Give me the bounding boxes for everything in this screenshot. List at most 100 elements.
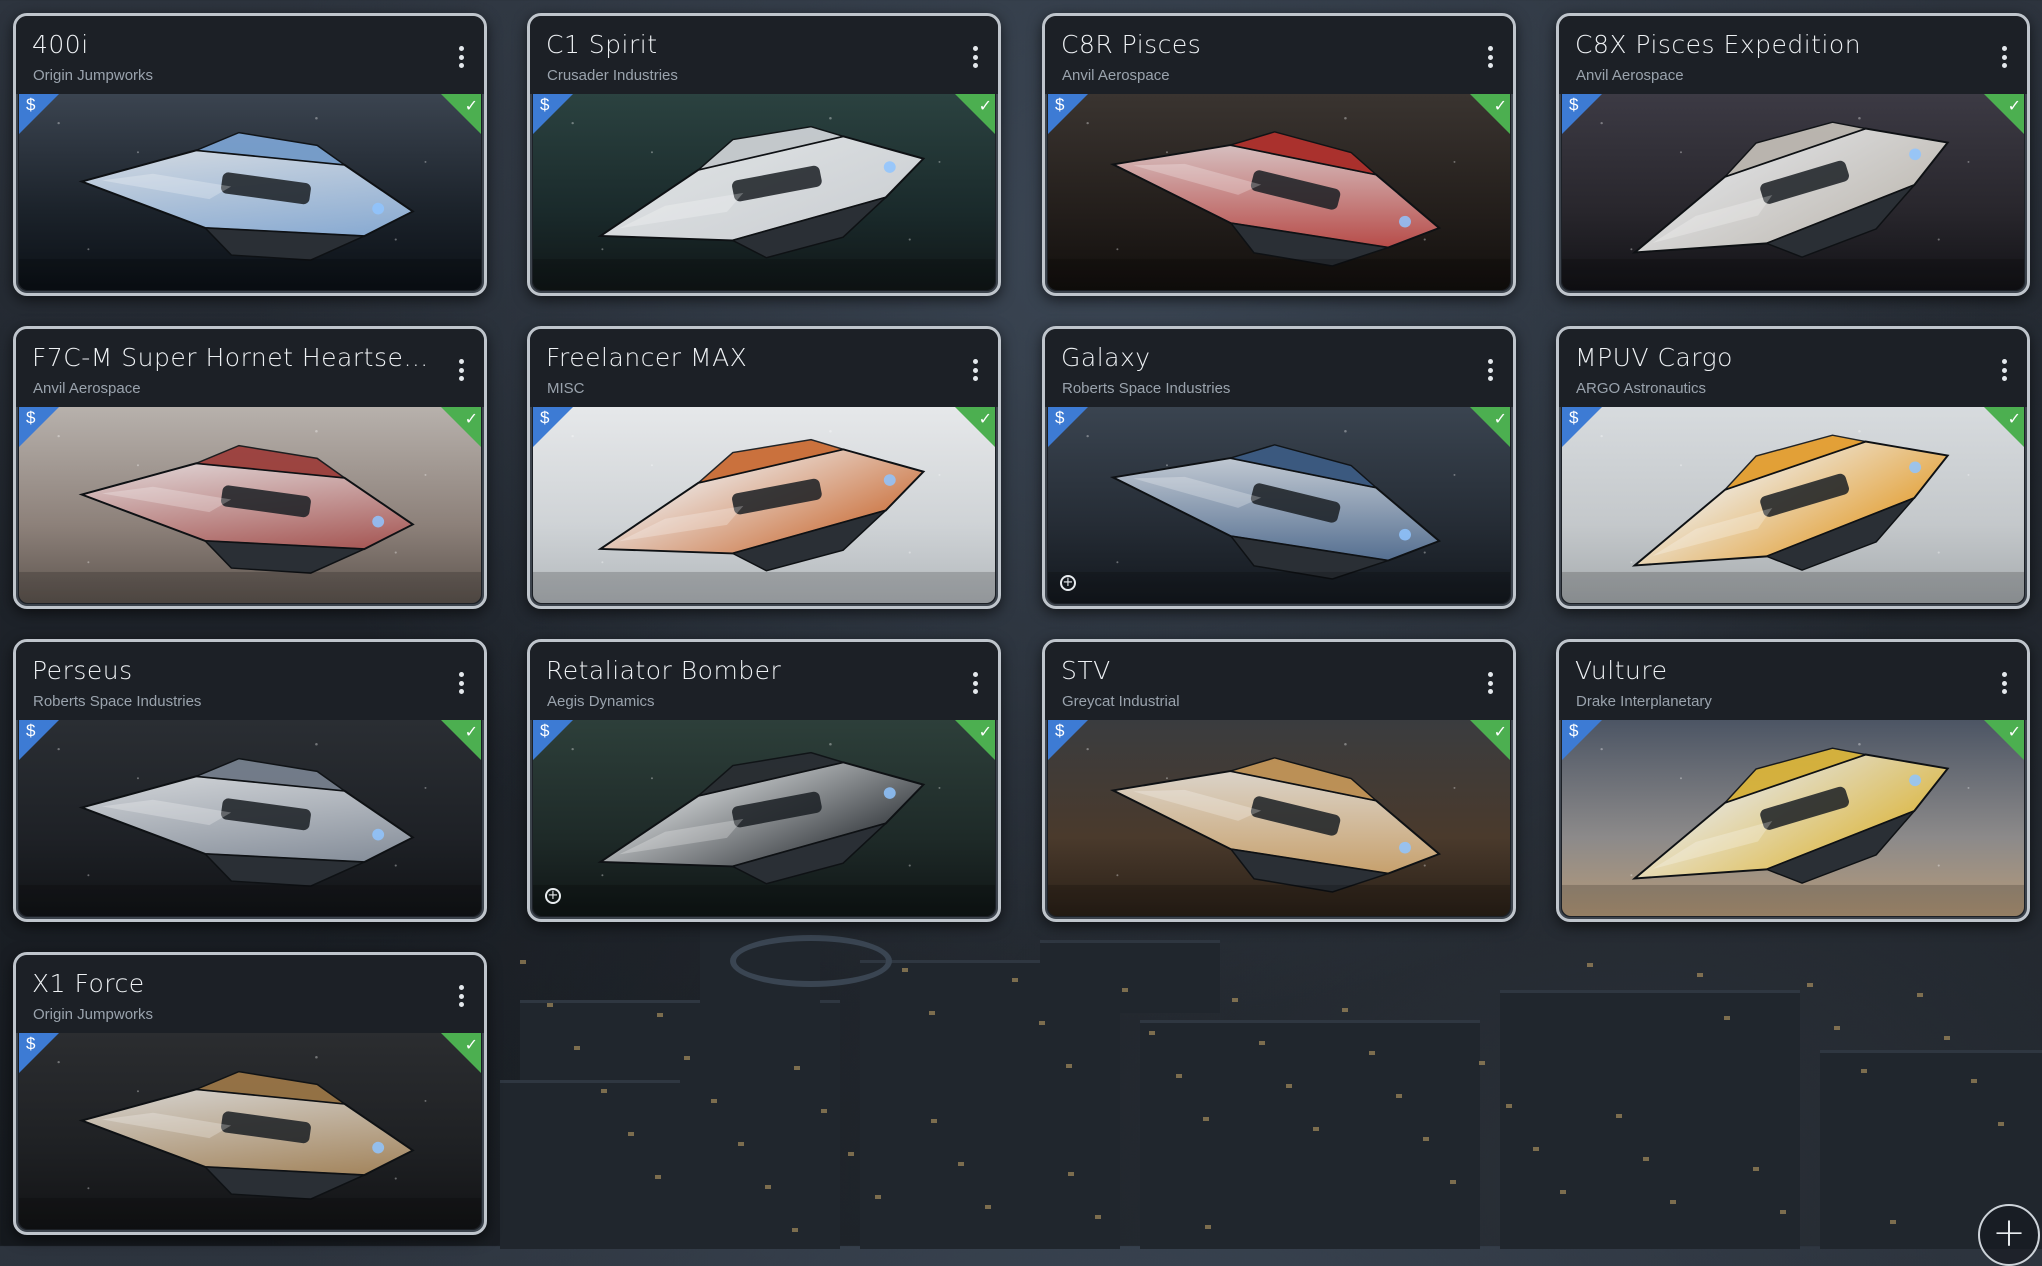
kebab-menu-icon[interactable] bbox=[1487, 359, 1493, 381]
ship-card[interactable]: C1 Spirit Crusader Industries $ ✓ bbox=[527, 13, 1001, 296]
ship-illustration bbox=[1562, 720, 2024, 916]
ship-image[interactable]: + bbox=[1048, 407, 1510, 603]
check-icon: ✓ bbox=[1493, 722, 1507, 741]
dollar-icon: $ bbox=[1569, 721, 1579, 740]
ship-manufacturer: Roberts Space Industries bbox=[33, 693, 202, 710]
ship-manufacturer: Anvil Aerospace bbox=[1576, 67, 1684, 84]
ship-name: Retaliator Bomber bbox=[546, 656, 782, 685]
ship-card[interactable]: C8R Pisces Anvil Aerospace $ ✓ bbox=[1042, 13, 1516, 296]
ship-name: F7C-M Super Hornet Heartseek... bbox=[32, 343, 432, 372]
ship-image[interactable]: + bbox=[533, 720, 995, 916]
ship-card[interactable]: 400i Origin Jumpworks $ ✓ bbox=[13, 13, 487, 296]
ship-card[interactable]: MPUV Cargo ARGO Astronautics $ ✓ bbox=[1556, 326, 2030, 609]
ship-card[interactable]: F7C-M Super Hornet Heartseek... Anvil Ae… bbox=[13, 326, 487, 609]
ship-illustration bbox=[1562, 407, 2024, 603]
ship-card-header: Freelancer MAX MISC bbox=[530, 329, 998, 407]
kebab-menu-icon[interactable] bbox=[458, 985, 464, 1007]
add-ship-button[interactable]: + bbox=[1978, 1204, 2040, 1266]
kebab-menu-icon[interactable] bbox=[458, 359, 464, 381]
ship-card[interactable]: X1 Force Origin Jumpworks $ ✓ bbox=[13, 952, 487, 1235]
ship-card-header: Retaliator Bomber Aegis Dynamics bbox=[530, 642, 998, 720]
check-icon: ✓ bbox=[2007, 409, 2021, 428]
ship-name: STV bbox=[1061, 656, 1111, 685]
check-icon: ✓ bbox=[978, 409, 992, 428]
dollar-icon: $ bbox=[1055, 721, 1065, 740]
kebab-menu-icon[interactable] bbox=[1487, 672, 1493, 694]
ship-name: C1 Spirit bbox=[546, 30, 658, 59]
ship-illustration bbox=[19, 1033, 481, 1229]
ship-manufacturer: Anvil Aerospace bbox=[33, 380, 141, 397]
price-corner-tag bbox=[533, 94, 573, 134]
ship-name: Freelancer MAX bbox=[546, 343, 748, 372]
ship-image[interactable] bbox=[19, 94, 481, 290]
price-corner-tag bbox=[1562, 720, 1602, 760]
ship-card[interactable]: Galaxy Roberts Space Industries + $ ✓ bbox=[1042, 326, 1516, 609]
ship-card[interactable]: C8X Pisces Expedition Anvil Aerospace $ … bbox=[1556, 13, 2030, 296]
ship-card-header: Perseus Roberts Space Industries bbox=[16, 642, 484, 720]
ship-card[interactable]: Retaliator Bomber Aegis Dynamics + $ ✓ bbox=[527, 639, 1001, 922]
ship-name: X1 Force bbox=[32, 969, 145, 998]
price-corner-tag bbox=[1048, 720, 1088, 760]
ship-card-header: STV Greycat Industrial bbox=[1045, 642, 1513, 720]
check-icon: ✓ bbox=[978, 722, 992, 741]
ship-image[interactable] bbox=[1562, 407, 2024, 603]
ship-name: 400i bbox=[32, 30, 89, 59]
ship-name: C8R Pisces bbox=[1061, 30, 1202, 59]
ship-card-header: Galaxy Roberts Space Industries bbox=[1045, 329, 1513, 407]
kebab-menu-icon[interactable] bbox=[1487, 46, 1493, 68]
ship-card[interactable]: STV Greycat Industrial $ ✓ bbox=[1042, 639, 1516, 922]
ship-manufacturer: Crusader Industries bbox=[547, 67, 678, 84]
kebab-menu-icon[interactable] bbox=[458, 672, 464, 694]
ship-card-header: C8R Pisces Anvil Aerospace bbox=[1045, 16, 1513, 94]
ship-illustration bbox=[19, 720, 481, 916]
ship-manufacturer: MISC bbox=[547, 380, 585, 397]
ship-image[interactable] bbox=[19, 720, 481, 916]
ship-card-header: X1 Force Origin Jumpworks bbox=[16, 955, 484, 1033]
ship-image[interactable] bbox=[1048, 720, 1510, 916]
kebab-menu-icon[interactable] bbox=[458, 46, 464, 68]
check-icon: ✓ bbox=[2007, 722, 2021, 741]
kebab-menu-icon[interactable] bbox=[2001, 359, 2007, 381]
kebab-menu-icon[interactable] bbox=[2001, 46, 2007, 68]
price-corner-tag bbox=[533, 407, 573, 447]
add-to-loadout-icon[interactable]: + bbox=[545, 888, 561, 904]
ship-image[interactable] bbox=[1562, 720, 2024, 916]
ship-card[interactable]: Vulture Drake Interplanetary $ ✓ bbox=[1556, 639, 2030, 922]
ship-manufacturer: Origin Jumpworks bbox=[33, 1006, 154, 1023]
price-corner-tag bbox=[19, 1033, 59, 1073]
kebab-menu-icon[interactable] bbox=[972, 359, 978, 381]
check-icon: ✓ bbox=[1493, 409, 1507, 428]
kebab-menu-icon[interactable] bbox=[972, 672, 978, 694]
check-icon: ✓ bbox=[464, 96, 478, 115]
ship-card-header: MPUV Cargo ARGO Astronautics bbox=[1559, 329, 2027, 407]
dollar-icon: $ bbox=[26, 721, 36, 740]
ship-illustration bbox=[1048, 720, 1510, 916]
ship-name: MPUV Cargo bbox=[1575, 343, 1733, 372]
ship-manufacturer: Greycat Industrial bbox=[1062, 693, 1180, 710]
ship-card-header: 400i Origin Jumpworks bbox=[16, 16, 484, 94]
ship-image[interactable] bbox=[19, 407, 481, 603]
ship-name: Perseus bbox=[32, 656, 133, 685]
ship-illustration bbox=[533, 94, 995, 290]
ship-illustration bbox=[533, 407, 995, 603]
dollar-icon: $ bbox=[26, 95, 36, 114]
ship-image[interactable] bbox=[533, 94, 995, 290]
ship-card[interactable]: Perseus Roberts Space Industries $ ✓ bbox=[13, 639, 487, 922]
add-to-loadout-icon[interactable]: + bbox=[1060, 575, 1076, 591]
ship-image[interactable] bbox=[533, 407, 995, 603]
ship-manufacturer: Origin Jumpworks bbox=[33, 67, 154, 84]
dollar-icon: $ bbox=[1055, 95, 1065, 114]
ship-name: Vulture bbox=[1575, 656, 1668, 685]
kebab-menu-icon[interactable] bbox=[2001, 672, 2007, 694]
ship-image[interactable] bbox=[19, 1033, 481, 1229]
ship-card[interactable]: Freelancer MAX MISC $ ✓ bbox=[527, 326, 1001, 609]
kebab-menu-icon[interactable] bbox=[972, 46, 978, 68]
ship-image[interactable] bbox=[1562, 94, 2024, 290]
check-icon: ✓ bbox=[464, 722, 478, 741]
check-icon: ✓ bbox=[464, 1035, 478, 1054]
ship-illustration bbox=[19, 407, 481, 603]
ship-image[interactable] bbox=[1048, 94, 1510, 290]
ship-grid: 400i Origin Jumpworks $ ✓ C1 Spirit Crus… bbox=[0, 0, 2042, 1246]
ship-illustration bbox=[533, 720, 995, 916]
check-icon: ✓ bbox=[1493, 96, 1507, 115]
